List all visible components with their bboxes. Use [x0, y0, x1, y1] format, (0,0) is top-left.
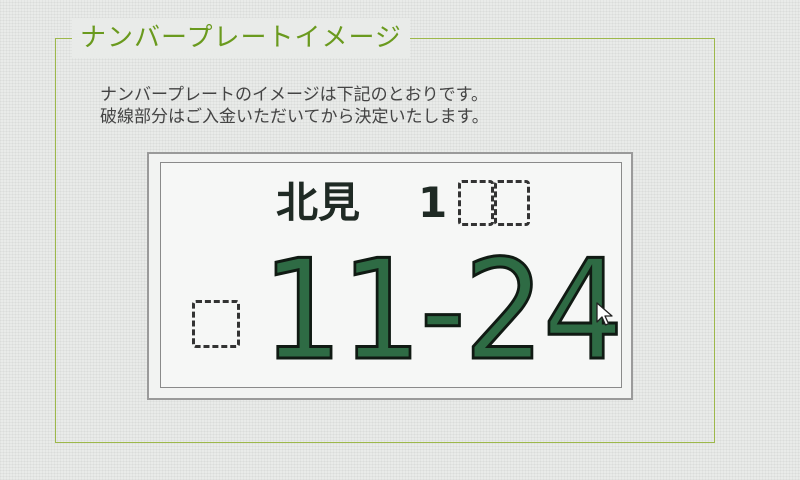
description-text: ナンバープレートのイメージは下記のとおりです。 破線部分はご入金いただいてから決…	[100, 84, 489, 128]
plate-region-name: 北見	[276, 178, 361, 227]
undecided-hiragana-box	[192, 300, 240, 348]
plate-class-digit: 1	[418, 178, 448, 227]
mouse-pointer-icon	[596, 302, 613, 326]
undecided-class-digit-box	[458, 180, 494, 226]
plate-number: 11-24	[261, 230, 625, 391]
description-line-1: ナンバープレートのイメージは下記のとおりです。	[100, 85, 488, 105]
section-title: ナンバープレートイメージ	[72, 18, 410, 58]
description-line-2: 破線部分はご入金いただいてから決定いたします。	[100, 107, 489, 127]
undecided-class-digit-box	[494, 180, 530, 226]
